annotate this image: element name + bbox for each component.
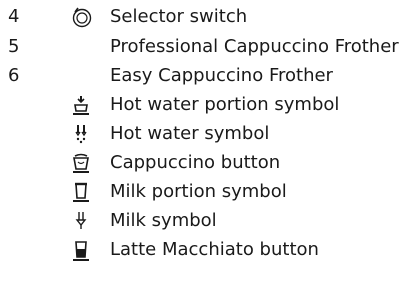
item-number: 6	[8, 65, 20, 86]
symbol-label: Hot water symbol	[110, 123, 270, 144]
selector-switch-icon	[70, 6, 92, 28]
item-label: Easy Cappuccino Frother	[110, 65, 333, 86]
item-number: 5	[8, 36, 20, 57]
symbol-label: Hot water portion symbol	[110, 94, 340, 115]
cappuccino-icon	[70, 152, 92, 174]
symbol-row-hot-water: Hot water symbol	[0, 121, 415, 151]
symbol-label: Cappuccino button	[110, 152, 281, 173]
symbol-label: Milk portion symbol	[110, 181, 287, 202]
latte-macchiato-icon	[70, 239, 92, 261]
symbol-label: Latte Macchiato button	[110, 239, 319, 260]
milk-icon	[70, 210, 92, 232]
hot-water-icon	[70, 123, 92, 145]
symbol-row-hot-water-portion: Hot water portion symbol	[0, 92, 415, 122]
list-item-6: 6 Easy Cappuccino Frother	[0, 63, 415, 93]
item-label: Selector switch	[110, 6, 248, 27]
symbol-label: Milk symbol	[110, 210, 217, 231]
list-item-4: 4 Selector switch	[0, 4, 415, 34]
item-number: 4	[8, 6, 20, 27]
symbol-row-cappuccino: Cappuccino button	[0, 150, 415, 180]
list-item-5: 5 Professional Cappuccino Frother	[0, 34, 415, 64]
symbol-row-milk: Milk symbol	[0, 208, 415, 238]
symbol-row-latte-macchiato: Latte Macchiato button	[0, 237, 415, 267]
milk-portion-icon	[70, 181, 92, 203]
item-label: Professional Cappuccino Frother	[110, 36, 399, 57]
hot-water-portion-icon	[70, 94, 92, 116]
symbol-row-milk-portion: Milk portion symbol	[0, 179, 415, 209]
